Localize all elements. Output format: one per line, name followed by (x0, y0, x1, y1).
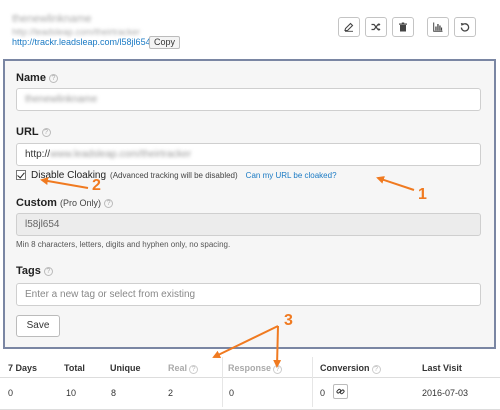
disable-cloaking-checkbox[interactable] (16, 170, 26, 180)
name-label: Name? (16, 72, 58, 84)
col-7days: 7 Days (8, 363, 38, 373)
conversion-link-button[interactable] (333, 384, 348, 399)
disable-cloaking-row: Disable Cloaking (Advanced tracking will… (16, 169, 337, 181)
shuffle-button[interactable] (365, 17, 387, 37)
stat-total: 10 (66, 388, 77, 398)
col-unique: Unique (110, 363, 141, 373)
col-response: Response? (228, 363, 283, 374)
bar-chart-icon (433, 22, 443, 32)
col-total: Total (64, 363, 85, 373)
stat-unique: 8 (111, 388, 117, 398)
custom-input: l58jl654 (16, 213, 481, 236)
stats-button[interactable] (427, 17, 449, 37)
col-conversion: Conversion? (320, 363, 381, 374)
cloak-help-link[interactable]: Can my URL be cloaked? (246, 171, 337, 180)
edit-button[interactable] (338, 17, 360, 37)
tags-label: Tags? (16, 265, 53, 277)
save-button[interactable]: Save (16, 315, 60, 337)
table-divider (0, 377, 500, 378)
annotation-1: 1 (418, 186, 427, 203)
column-divider (312, 357, 313, 407)
reset-icon (460, 23, 470, 32)
link-editor: thenewlinkname http://leadsleap.com/thei… (0, 0, 500, 410)
stats-table: 7 Days Total Unique Real? Response? Conv… (0, 355, 500, 410)
pro-only-text: (Pro Only) (60, 198, 102, 208)
tracking-url-link[interactable]: http://trackr.leadsleap.com/l58jl654 (12, 37, 151, 47)
help-icon: ? (104, 199, 114, 208)
stat-conversion: 0 (320, 388, 326, 398)
help-icon: ? (41, 128, 51, 137)
reset-button[interactable] (454, 17, 476, 37)
link-icon (336, 388, 345, 395)
link-name-text: thenewlinkname (12, 13, 92, 25)
help-icon: ? (43, 267, 53, 276)
stat-response: 0 (229, 388, 235, 398)
help-icon: ? (273, 365, 283, 374)
stat-real: 2 (168, 388, 174, 398)
column-divider (222, 357, 223, 407)
custom-help-text: Min 8 characters, letters, digits and hy… (16, 240, 231, 249)
url-input[interactable]: http://www.leadsleap.com/theirtracker (16, 143, 481, 166)
col-real: Real? (168, 363, 199, 374)
trash-icon (399, 22, 407, 32)
name-input[interactable]: thenewlinkname (16, 88, 481, 111)
url-label: URL? (16, 126, 51, 138)
help-icon: ? (48, 74, 58, 83)
copy-button[interactable]: Copy (149, 36, 181, 49)
help-icon: ? (189, 365, 199, 374)
annotation-2: 2 (92, 177, 101, 194)
link-header: thenewlinkname http://leadsleap.com/thei… (0, 0, 500, 60)
tags-input[interactable]: Enter a new tag or select from existing (16, 283, 481, 306)
help-icon: ? (371, 365, 381, 374)
stat-7days: 0 (8, 388, 14, 398)
source-url-text: http://leadsleap.com/theirtracker (12, 27, 141, 37)
delete-button[interactable] (392, 17, 414, 37)
edit-icon (344, 22, 354, 32)
col-last-visit: Last Visit (422, 363, 462, 373)
custom-label: Custom (Pro Only)? (16, 197, 114, 209)
cloaking-note: (Advanced tracking will be disabled) (110, 170, 238, 180)
stat-last-visit: 2016-07-03 (422, 388, 469, 398)
shuffle-icon (371, 23, 381, 31)
annotation-3: 3 (284, 312, 293, 329)
